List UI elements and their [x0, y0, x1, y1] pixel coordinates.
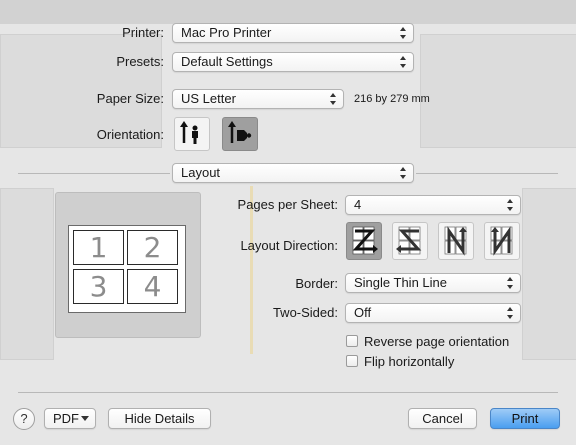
direction-reverse-n-button[interactable] [484, 222, 520, 260]
portrait-button[interactable] [174, 117, 210, 151]
section-value: Layout [181, 165, 221, 180]
print-button[interactable]: Print [490, 408, 560, 429]
paper-size-popup[interactable]: US Letter [172, 89, 344, 109]
popup-arrows-icon [400, 56, 407, 68]
footer-divider [18, 392, 558, 393]
flip-horizontally-checkbox[interactable] [346, 355, 358, 367]
presets-value: Default Settings [181, 54, 273, 69]
direction-reverse-z-button[interactable] [392, 222, 428, 260]
preview-sheet: 1 2 3 4 [68, 225, 186, 313]
background-toolbar [0, 0, 576, 24]
reverse-orientation-checkbox[interactable] [346, 335, 358, 347]
paper-dimensions: 216 by 279 mm [354, 93, 430, 105]
landscape-button[interactable] [222, 117, 258, 151]
two-sided-label: Two-Sided: [272, 305, 338, 320]
printer-popup[interactable]: Mac Pro Printer [172, 23, 414, 43]
printer-label: Printer: [122, 25, 164, 40]
paper-size-label: Paper Size: [96, 91, 164, 106]
popup-arrows-icon [330, 93, 337, 105]
border-label: Border: [295, 276, 338, 291]
popup-arrows-icon [507, 277, 514, 289]
popup-arrows-icon [507, 307, 514, 319]
section-popup[interactable]: Layout [172, 163, 414, 183]
preview-page-2: 2 [127, 230, 178, 265]
presets-label: Presets: [116, 54, 164, 69]
direction-z-icon [352, 226, 378, 255]
popup-arrows-icon [507, 199, 514, 211]
pdf-label: PDF [53, 411, 79, 426]
presets-popup[interactable]: Default Settings [172, 52, 414, 72]
reverse-orientation-label: Reverse page orientation [364, 334, 510, 349]
direction-reverse-n-icon [490, 226, 513, 256]
printer-value: Mac Pro Printer [181, 25, 272, 40]
landscape-icon [228, 121, 252, 143]
background-pane-right [420, 34, 576, 148]
background-pane-lower-right [522, 188, 576, 360]
border-popup[interactable]: Single Thin Line [345, 273, 521, 293]
portrait-icon [180, 121, 198, 144]
preview-page-4: 4 [127, 269, 178, 304]
preview-page-1: 1 [73, 230, 124, 265]
layout-direction-label: Layout Direction: [240, 238, 338, 253]
cancel-button[interactable]: Cancel [408, 408, 477, 429]
direction-z-button[interactable] [346, 222, 382, 260]
pages-per-sheet-label: Pages per Sheet: [237, 197, 338, 212]
direction-reverse-z-icon [396, 226, 422, 255]
two-sided-value: Off [354, 305, 372, 320]
popup-arrows-icon [400, 167, 407, 179]
section-divider-left [18, 173, 170, 174]
pages-per-sheet-popup[interactable]: 4 [345, 195, 521, 215]
paper-size-value: US Letter [181, 91, 236, 106]
help-button[interactable]: ? [13, 408, 35, 430]
orientation-label: Orientation: [96, 127, 164, 142]
background-pane-lower-left [0, 188, 54, 360]
chevron-down-icon [81, 416, 89, 421]
flip-horizontally-label: Flip horizontally [364, 354, 455, 369]
direction-n-button[interactable] [438, 222, 474, 260]
section-divider-right [416, 173, 558, 174]
two-sided-popup[interactable]: Off [345, 303, 521, 323]
popup-arrows-icon [400, 27, 407, 39]
pages-per-sheet-value: 4 [354, 197, 362, 212]
border-value: Single Thin Line [354, 275, 447, 290]
pdf-menu-button[interactable]: PDF [44, 408, 96, 429]
direction-n-icon [444, 226, 467, 256]
hide-details-button[interactable]: Hide Details [108, 408, 211, 429]
preview-page-3: 3 [73, 269, 124, 304]
